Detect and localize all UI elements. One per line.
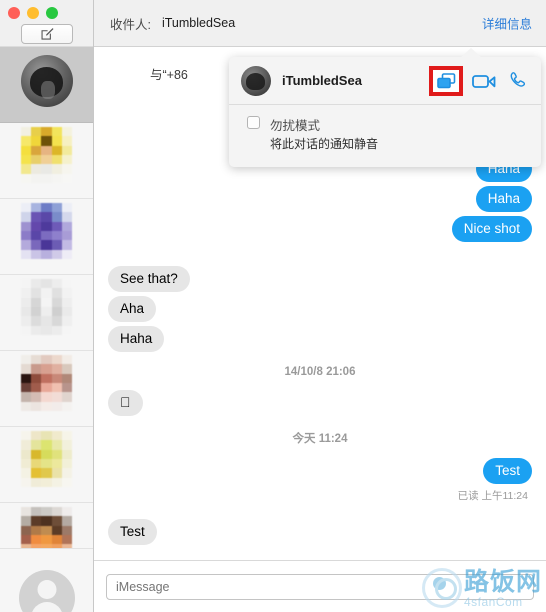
imessage-window: 收件人: iTumbledSea 详细信息 与“+86 Haha Haha Ni… (0, 0, 546, 612)
popover-contact-name: iTumbledSea (282, 73, 362, 88)
message-bubble[interactable]: Test (483, 458, 532, 484)
imessage-input[interactable] (106, 573, 534, 600)
conversation-sidebar (0, 0, 94, 612)
timestamp-divider: 14/10/8 21:06 (284, 366, 356, 378)
popover-actions (429, 65, 531, 96)
do-not-disturb-text: 勿扰模式 将此对话的通知静音 (270, 115, 378, 153)
conversation-thumb-3 (20, 279, 73, 335)
zoom-button[interactable] (46, 7, 58, 19)
contact-details-popover: iTumbledSea 勿扰模式 将此对话的通知静音 (229, 48, 541, 167)
conversation-item-4[interactable] (0, 351, 93, 427)
minimize-button[interactable] (27, 7, 39, 19)
message-row: Test (94, 519, 546, 545)
video-call-icon[interactable] (471, 70, 497, 92)
conversation-thumb-2 (20, 203, 73, 259)
message-row: Test (94, 458, 546, 484)
conversation-item-0[interactable] (0, 47, 93, 123)
audio-call-icon[interactable] (505, 70, 531, 92)
details-link[interactable]: 详细信息 (482, 14, 532, 33)
do-not-disturb-checkbox[interactable] (247, 116, 260, 129)
message-row: See that? (94, 266, 546, 292)
conversation-list (0, 47, 93, 612)
message-row:  (94, 390, 546, 416)
conversation-pane: 收件人: iTumbledSea 详细信息 与“+86 Haha Haha Ni… (94, 0, 546, 612)
conversation-thumb-1 (20, 127, 73, 183)
conversation-item-1[interactable] (0, 123, 93, 199)
do-not-disturb-title: 勿扰模式 (270, 119, 321, 133)
conversation-header: 收件人: iTumbledSea 详细信息 (94, 0, 546, 47)
default-person-avatar (18, 570, 75, 612)
conversation-thumb-4 (20, 355, 73, 411)
popover-body: 勿扰模式 将此对话的通知静音 (229, 105, 541, 167)
recipient-label: 收件人: (110, 17, 151, 32)
conversation-avatar-0 (20, 55, 73, 107)
read-receipt: 已读 上午11:24 (94, 488, 546, 503)
timestamp-divider: 今天 11:24 (94, 430, 546, 446)
popover-header: iTumbledSea (229, 57, 541, 105)
message-bubble[interactable]: Nice shot (451, 216, 532, 242)
compose-pencil-icon (40, 27, 54, 41)
message-bubble[interactable]: Haha (475, 186, 532, 212)
window-titlebar-left (0, 0, 93, 47)
sidebar-footer-avatar[interactable] (0, 548, 93, 612)
do-not-disturb-subtitle: 将此对话的通知静音 (270, 137, 379, 151)
message-row: Haha (94, 326, 546, 352)
message-row: Nice shot (94, 216, 546, 242)
close-button[interactable] (8, 7, 20, 19)
message-input-bar (94, 560, 546, 612)
message-bubble[interactable]: Aha (108, 296, 157, 322)
contact-avatar (241, 65, 271, 96)
recipient-value[interactable]: iTumbledSea (162, 16, 235, 30)
conversation-item-2[interactable] (0, 199, 93, 275)
conversation-item-5[interactable] (0, 427, 93, 503)
message-bubble[interactable]: Haha (108, 326, 165, 352)
apple-logo-message[interactable]:  (108, 390, 143, 416)
do-not-disturb-row[interactable]: 勿扰模式 将此对话的通知静音 (247, 115, 529, 153)
traffic-lights (8, 7, 58, 19)
message-bubble[interactable]: See that? (108, 266, 190, 292)
conversation-thumb-5 (20, 431, 73, 487)
conversation-item-3[interactable] (0, 275, 93, 351)
screen-share-icon[interactable] (429, 65, 463, 96)
compose-message-button[interactable] (21, 24, 73, 44)
message-row: Aha (94, 296, 546, 322)
message-bubble[interactable]: Test (108, 519, 157, 545)
message-row: Haha (94, 186, 546, 212)
